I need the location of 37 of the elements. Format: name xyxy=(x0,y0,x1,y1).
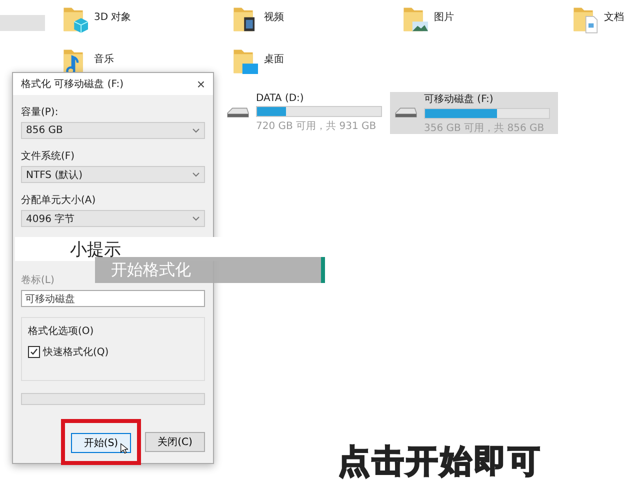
dialog-title: 格式化 可移动磁盘 (F:) xyxy=(21,78,124,91)
caption-text: 点击开始即可 xyxy=(338,441,542,480)
dialog-button[interactable]: 关闭(C) xyxy=(145,432,205,452)
folder-name[interactable]: 音乐 xyxy=(94,46,114,66)
folder-name[interactable]: 文档 xyxy=(604,4,624,24)
dropdown[interactable]: 4096 字节 xyxy=(21,210,205,227)
checkbox-label[interactable]: 快速格式化(Q) xyxy=(43,345,109,359)
folder-name[interactable]: 视频 xyxy=(264,4,284,24)
drive-free-space: 720 GB 可用，共 931 GB xyxy=(256,120,378,133)
caret-icon xyxy=(192,172,200,177)
dialog-button[interactable]: 开始(S) xyxy=(71,433,131,453)
drive-name: DATA (D:) xyxy=(256,93,305,104)
dropdown[interactable]: 856 GB xyxy=(21,122,205,139)
field-label: 分配单元大小(A) xyxy=(21,194,97,207)
volume-label-field[interactable]: 可移动磁盘 xyxy=(21,290,205,307)
nav-pane-highlight xyxy=(0,15,45,31)
folder-name[interactable]: 3D 对象 xyxy=(94,4,132,24)
folder-name[interactable]: 图片 xyxy=(434,4,454,24)
dropdown[interactable]: NTFS (默认) xyxy=(21,166,205,183)
checkbox[interactable] xyxy=(28,346,40,358)
group-title: 格式化选项(O) xyxy=(28,324,95,338)
drive-icon xyxy=(394,106,418,120)
field-label: 容量(P): xyxy=(21,106,60,119)
field-label: 卷标(L) xyxy=(21,274,56,287)
drive-free-space: 356 GB 可用，共 856 GB xyxy=(424,122,546,134)
mouse-pointer-icon xyxy=(120,443,128,454)
tip-text: 开始格式化 xyxy=(111,260,191,280)
drive-item[interactable]: DATA (D:) 720 GB 可用，共 931 GB xyxy=(222,92,390,134)
drive-name: 可移动磁盘 (F:) xyxy=(424,92,494,106)
caret-icon xyxy=(192,216,200,221)
folder-name[interactable]: 桌面 xyxy=(264,46,284,66)
tip-heading: 小提示 xyxy=(70,238,121,260)
drive-item[interactable]: 可移动磁盘 (F:) 356 GB 可用，共 856 GB xyxy=(390,92,558,134)
caret-icon xyxy=(192,128,200,133)
field-label: 文件系统(F) xyxy=(21,150,76,163)
drive-icon xyxy=(226,106,250,120)
close-button[interactable]: × xyxy=(194,76,207,92)
